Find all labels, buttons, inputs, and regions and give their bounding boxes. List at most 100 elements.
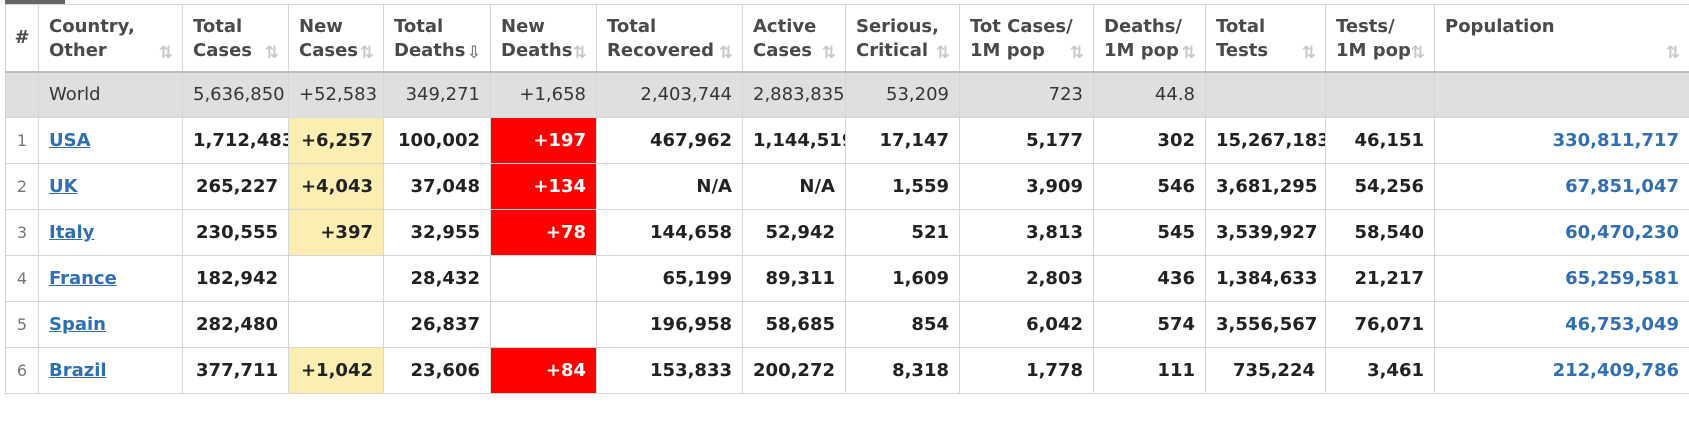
cell-serious-critical: 17,147 xyxy=(845,117,960,164)
column-header-total-deaths[interactable]: Total Deaths ⇩ xyxy=(383,4,491,72)
cell-total-cases: 282,480 xyxy=(182,301,289,348)
cell-new-deaths: +197 xyxy=(490,117,597,164)
table-row: 2 UK 265,227 +4,043 37,048 +134 N/A N/A 1,559 3,9… xyxy=(5,163,1689,210)
column-header-rank[interactable]: # xyxy=(5,4,39,72)
cell-total-recovered: 467,962 xyxy=(596,117,743,164)
column-header-label-line: Total xyxy=(607,16,657,37)
cell-total-recovered: N/A xyxy=(596,163,743,210)
table-row: 4 France 182,942 28,432 65,199 89,311 1,609 2,8… xyxy=(5,255,1689,302)
cell-rank: 4 xyxy=(5,255,39,302)
country-link[interactable]: Italy xyxy=(49,222,94,243)
cell-serious-critical: 854 xyxy=(845,301,960,348)
column-header-label: Tot Cases/1M pop xyxy=(970,15,1085,63)
column-header-active-cases[interactable]: Active Cases ⇅ xyxy=(742,4,846,72)
sort-icon[interactable]: ⇅ xyxy=(1665,44,1681,62)
cell-total-deaths: 32,955 xyxy=(383,209,491,256)
cell-active-cases: 89,311 xyxy=(742,255,846,302)
cell-total-cases: 182,942 xyxy=(182,255,289,302)
cell-tot-cases-1m: 6,042 xyxy=(959,301,1094,348)
column-header-new-cases[interactable]: New Cases ⇅ xyxy=(288,4,384,72)
column-header-label-line: Deaths/ xyxy=(1104,16,1183,37)
column-header-label-line: New xyxy=(501,16,545,37)
cell-population: 60,470,230 xyxy=(1434,209,1689,256)
cell-country: World xyxy=(38,71,183,118)
cell-rank: 6 xyxy=(5,347,39,394)
column-header-total-tests[interactable]: Total Tests ⇅ xyxy=(1205,4,1326,72)
column-header-serious-critical[interactable]: Serious, Critical ⇅ xyxy=(845,4,960,72)
covid-stats-table: # Country, Other ⇅ Total Cases ⇅ New Cases ⇅ Total… xyxy=(5,4,1689,394)
sort-icon[interactable]: ⇅ xyxy=(158,44,174,62)
cell-total-deaths: 100,002 xyxy=(383,117,491,164)
cell-total-recovered: 196,958 xyxy=(596,301,743,348)
cell-active-cases: 2,883,835 xyxy=(742,71,846,118)
cell-serious-critical: 53,209 xyxy=(845,71,960,118)
cell-total-cases: 5,636,850 xyxy=(182,71,289,118)
column-header-deaths-1m[interactable]: Deaths/1M pop ⇅ xyxy=(1093,4,1206,72)
cell-country: UK xyxy=(38,163,183,210)
cell-population: 46,753,049 xyxy=(1434,301,1689,348)
column-header-label-line: Other xyxy=(49,40,107,61)
column-header-label-line: Total xyxy=(193,16,243,37)
column-header-label-line: New xyxy=(299,16,343,37)
sort-icon[interactable]: ⇅ xyxy=(935,44,951,62)
cell-tests-1m: 46,151 xyxy=(1325,117,1435,164)
country-link[interactable]: UK xyxy=(49,176,78,197)
column-header-label-line: Total xyxy=(394,16,444,37)
cell-deaths-1m: 545 xyxy=(1093,209,1206,256)
table-body: World 5,636,850 +52,583 349,271 +1,658 2,403,… xyxy=(5,71,1689,394)
cell-new-cases: +6,257 xyxy=(288,117,384,164)
country-link[interactable]: USA xyxy=(49,130,91,151)
cell-population: 65,259,581 xyxy=(1434,255,1689,302)
cell-new-cases: +52,583 xyxy=(288,71,384,118)
cell-new-cases: +397 xyxy=(288,209,384,256)
sort-icon[interactable]: ⇅ xyxy=(264,44,280,62)
cell-total-cases: 1,712,483 xyxy=(182,117,289,164)
cell-new-deaths: +78 xyxy=(490,209,597,256)
column-header-label-line: Recovered xyxy=(607,40,715,61)
cell-country: France xyxy=(38,255,183,302)
cell-tot-cases-1m: 3,813 xyxy=(959,209,1094,256)
cell-new-deaths: +1,658 xyxy=(490,71,597,118)
sort-icon[interactable]: ⇅ xyxy=(821,44,837,62)
column-header-tests-1m[interactable]: Tests/1M pop ⇅ xyxy=(1325,4,1435,72)
cell-total-recovered: 2,403,744 xyxy=(596,71,743,118)
cell-active-cases: 58,685 xyxy=(742,301,846,348)
cell-total-recovered: 65,199 xyxy=(596,255,743,302)
column-header-label: # xyxy=(7,26,38,50)
cell-total-cases: 377,711 xyxy=(182,347,289,394)
column-header-population[interactable]: Population ⇅ xyxy=(1434,4,1689,72)
cell-new-deaths: +134 xyxy=(490,163,597,210)
cell-country: Spain xyxy=(38,301,183,348)
cell-rank: 2 xyxy=(5,163,39,210)
sort-icon[interactable]: ⇅ xyxy=(1069,44,1085,62)
sort-icon[interactable]: ⇅ xyxy=(1301,44,1317,62)
cell-total-deaths: 349,271 xyxy=(383,71,491,118)
sort-icon[interactable]: ⇅ xyxy=(1410,44,1426,62)
country-link[interactable]: Spain xyxy=(49,314,106,335)
column-header-total-recovered[interactable]: Total Recovered ⇅ xyxy=(596,4,743,72)
cell-total-tests xyxy=(1205,71,1326,118)
cell-total-tests: 735,224 xyxy=(1205,347,1326,394)
table-row: 3 Italy 230,555 +397 32,955 +78 144,658 52,942 5… xyxy=(5,209,1689,256)
sort-icon[interactable]: ⇅ xyxy=(718,44,734,62)
sort-icon[interactable]: ⇅ xyxy=(1181,44,1197,62)
sort-icon[interactable]: ⇅ xyxy=(359,44,375,62)
cell-active-cases: 200,272 xyxy=(742,347,846,394)
cell-tot-cases-1m: 1,778 xyxy=(959,347,1094,394)
column-header-total-cases[interactable]: Total Cases ⇅ xyxy=(182,4,289,72)
sort-descending-icon[interactable]: ⇩ xyxy=(466,44,482,62)
column-header-label: Country, Other xyxy=(49,15,174,63)
column-header-label-line: Active xyxy=(753,16,817,37)
cell-tot-cases-1m: 5,177 xyxy=(959,117,1094,164)
column-header-label-line: Total xyxy=(1216,16,1266,37)
country-link[interactable]: France xyxy=(49,268,117,289)
cell-deaths-1m: 44.8 xyxy=(1093,71,1206,118)
column-header-tot-cases-1m[interactable]: Tot Cases/1M pop ⇅ xyxy=(959,4,1094,72)
country-link[interactable]: Brazil xyxy=(49,360,107,381)
column-header-country[interactable]: Country, Other ⇅ xyxy=(38,4,183,72)
cell-new-cases xyxy=(288,301,384,348)
sort-icon[interactable]: ⇅ xyxy=(572,44,588,62)
column-header-new-deaths[interactable]: New Deaths ⇅ xyxy=(490,4,597,72)
cell-rank: 1 xyxy=(5,117,39,164)
cell-tests-1m: 58,540 xyxy=(1325,209,1435,256)
